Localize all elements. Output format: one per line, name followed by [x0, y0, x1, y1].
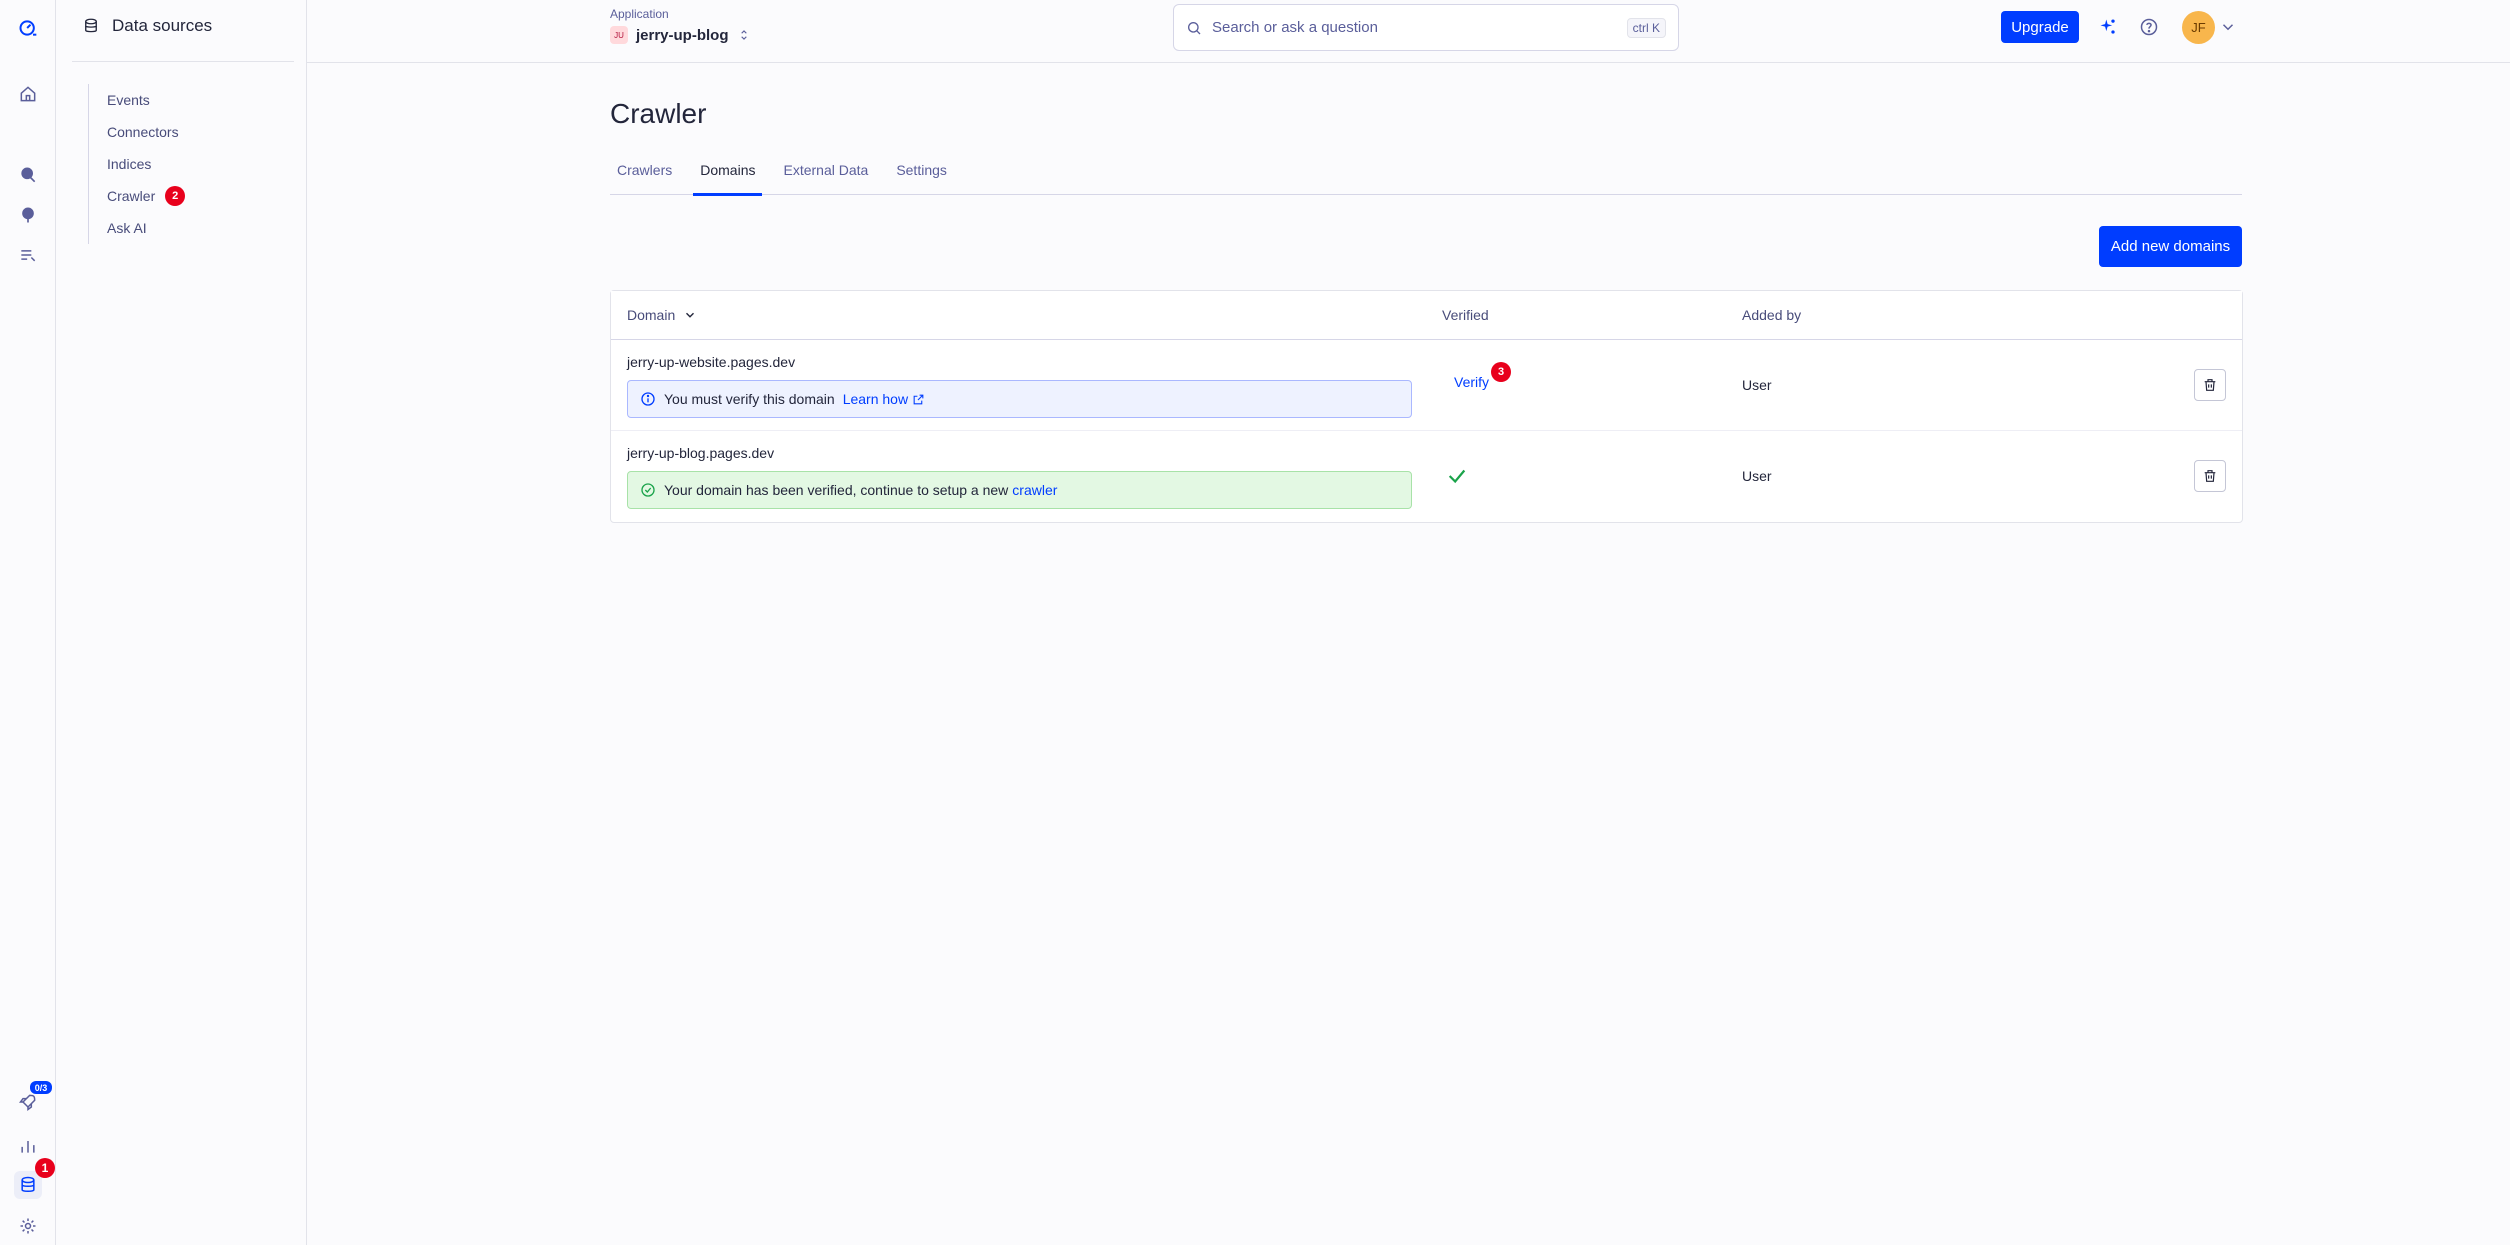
added-by-column-header: Added by [1742, 307, 1802, 323]
sidebar-title: Data sources [112, 16, 213, 35]
top-bar: Application JU jerry-up-blog Search or a… [307, 0, 2510, 63]
onboarding-progress-badge: 0/3 [30, 1081, 52, 1094]
tab-domains[interactable]: Domains [693, 156, 763, 196]
settings-gear-icon[interactable] [14, 1212, 42, 1240]
verified-check-icon [1448, 469, 1466, 484]
sidebar-item-label: Events [107, 92, 150, 108]
application-label: Application [610, 7, 669, 21]
sidebar-header: Data sources [82, 16, 212, 36]
tab-crawlers[interactable]: Crawlers [610, 156, 679, 195]
analytics-icon[interactable] [14, 1132, 42, 1160]
verify-link[interactable]: Verify [1454, 374, 1489, 390]
notice-text: Your domain has been verified, continue … [664, 482, 1009, 498]
verified-column-header: Verified [1442, 307, 1489, 323]
upgrade-button[interactable]: Upgrade [2001, 11, 2079, 43]
domain-column-header[interactable]: Domain [627, 307, 697, 323]
trash-icon [2204, 379, 2216, 391]
verified-notice: Your domain has been verified, continue … [627, 471, 1412, 509]
verify-notice: You must verify this domain Learn how [627, 380, 1412, 418]
added-by-value: User [1742, 377, 1772, 393]
sort-chevron-icon[interactable] [683, 308, 697, 322]
domain-name: jerry-up-blog.pages.dev [627, 445, 775, 461]
help-icon[interactable] [2136, 14, 2162, 40]
application-name: jerry-up-blog [636, 26, 729, 44]
icon-rail: 0/3 1 [0, 0, 56, 1245]
sparkles-icon[interactable] [2095, 14, 2121, 40]
domain-name: jerry-up-website.pages.dev [627, 354, 796, 370]
search-product-icon[interactable] [14, 161, 42, 189]
external-link-icon[interactable] [912, 393, 925, 406]
sidebar-item-events[interactable]: Events [107, 84, 185, 116]
database-icon [85, 18, 97, 33]
check-circle-icon [641, 483, 655, 497]
algolia-logo-icon[interactable] [14, 14, 42, 42]
learn-how-link[interactable]: Learn how [843, 391, 908, 407]
search-placeholder: Search or ask a question [1212, 19, 1378, 36]
recommend-icon[interactable] [14, 201, 42, 229]
crawler-tabs: Crawlers Domains External Data Settings [610, 156, 2242, 196]
info-icon [641, 392, 655, 406]
table-row: jerry-up-blog.pages.dev Your domain has … [611, 431, 2242, 522]
data-sources-badge: 1 [35, 1158, 55, 1178]
add-new-domains-button[interactable]: Add new domains [2099, 226, 2242, 267]
sidebar-item-label: Ask AI [107, 220, 147, 236]
sidebar-divider [72, 61, 294, 62]
domains-table: Domain Verified Added by jerry-up-websit… [610, 290, 2243, 523]
tab-settings[interactable]: Settings [889, 156, 954, 195]
notice-text: You must verify this domain [664, 391, 835, 407]
domain-header-label: Domain [627, 307, 676, 323]
sidebar-item-label: Crawler [107, 188, 156, 204]
application-avatar: JU [610, 26, 628, 44]
trash-icon [2204, 470, 2216, 482]
search-icon [1188, 21, 1201, 34]
sidebar-item-connectors[interactable]: Connectors [107, 116, 185, 148]
user-avatar[interactable]: JF [2182, 11, 2215, 44]
page-title: Crawler [610, 98, 707, 129]
sidebar-item-indices[interactable]: Indices [107, 148, 185, 180]
sidebar-item-ask-ai[interactable]: Ask AI [107, 212, 185, 244]
chevron-down-icon[interactable] [2219, 18, 2237, 36]
home-icon[interactable] [14, 80, 42, 108]
sidebar-item-label: Connectors [107, 124, 179, 140]
crawler-badge: 2 [165, 186, 186, 206]
table-header: Domain Verified Added by [611, 291, 2242, 340]
delete-domain-button[interactable] [2194, 460, 2226, 492]
sidebar-nav: Events Connectors Indices Crawler 2 Ask A… [88, 84, 186, 244]
search-input[interactable]: Search or ask a question ctrl K [1173, 4, 1679, 51]
tab-external-data[interactable]: External Data [776, 156, 875, 195]
query-list-icon[interactable] [14, 241, 42, 269]
delete-domain-button[interactable] [2194, 369, 2226, 401]
search-shortcut: ctrl K [1626, 17, 1666, 38]
verify-badge: 3 [1491, 362, 1511, 382]
sidebar-item-label: Indices [107, 156, 152, 172]
data-sources-sidebar: Data sources Events Connectors Indices C… [56, 0, 307, 1245]
chevron-up-down-icon [740, 30, 747, 40]
crawler-link[interactable]: crawler [1012, 482, 1057, 498]
added-by-value: User [1742, 468, 1772, 484]
application-selector[interactable]: JU jerry-up-blog [610, 26, 751, 44]
table-row: jerry-up-website.pages.dev You must veri… [611, 340, 2242, 431]
sidebar-item-crawler[interactable]: Crawler 2 [107, 180, 186, 212]
